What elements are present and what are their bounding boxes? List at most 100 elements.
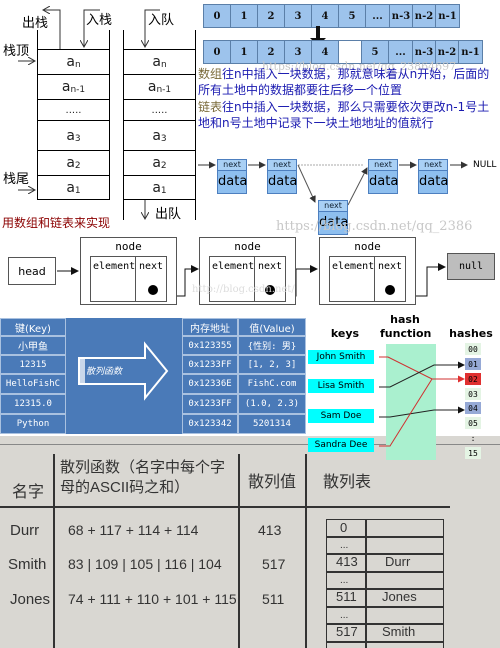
address-cell: 0x1233FF [182, 394, 238, 414]
queue-cell: a3 [124, 120, 195, 150]
queue-column: an a n-1 ..... a3 a2 a1 [123, 30, 196, 220]
row-formula: 68 + 117 + 114 + 114 [68, 522, 199, 538]
array-cell: n-1 [436, 5, 459, 27]
map-john-smith [379, 356, 465, 383]
row-formula: 83 | 109 | 105 | 116 | 104 [68, 556, 222, 572]
queue-cell: ..... [124, 99, 195, 120]
array-cell: 1 [231, 5, 258, 27]
value-cell: {性别: 男} [238, 336, 306, 355]
queue-cell: an [124, 49, 195, 74]
node-box: node element next [80, 237, 177, 305]
scanned-hash-table: 名字 散列函数（名字中每个字 母的ASCII码之和） 散列值 散列表 Durr … [0, 436, 500, 648]
queue-enqueue-label: 入队 [148, 13, 175, 28]
slot-index: 517 [336, 624, 358, 639]
watermark: https://blog.csdn.net/qq_2386 [276, 219, 473, 234]
value-cell: 5201314 [238, 414, 306, 434]
key-header: 键(Key) [0, 318, 66, 336]
pointer-dot [385, 285, 395, 295]
row-hash: 517 [262, 556, 286, 572]
address-header: 内存地址 [182, 318, 238, 336]
stack-cell: a2 [38, 150, 109, 175]
implementation-note: 用数组和链表来实现 [2, 216, 111, 230]
address-cell: 0x12336E [182, 374, 238, 394]
array-cell: n-3 [390, 5, 413, 27]
keys-title: keys [330, 327, 360, 340]
row-name: Durr [10, 522, 40, 539]
row-name: Smith [8, 556, 47, 573]
slot-value: Durr [385, 554, 411, 569]
stack-cell: an [38, 49, 109, 74]
stack-push-label: 入栈 [86, 13, 113, 28]
key-cell: 小甲鱼 [0, 336, 66, 355]
row-hash: 511 [262, 591, 285, 607]
value-cell: FishC.com [238, 374, 306, 394]
array-cell: 3 [285, 5, 312, 27]
value-cell: (1.0, 2.3) [238, 394, 306, 414]
list-node: next data [368, 159, 398, 194]
queue-cell: a n-1 [124, 74, 195, 99]
hash-function-arrow [78, 341, 169, 401]
slot-index: 511 [336, 589, 357, 604]
stack-top-label: 栈顶 [3, 44, 30, 59]
array-cell: n-1 [459, 41, 482, 63]
slot-index: 0 [340, 520, 348, 535]
address-cell: 0x123355 [182, 336, 238, 355]
hash-key: Sandra Dee [308, 438, 374, 452]
map-sandra-dee [379, 378, 433, 447]
hash-function-title-line2: function [380, 327, 432, 340]
node-box: node element next [319, 237, 416, 305]
row-hash: 413 [258, 522, 282, 538]
col-header-formula-line2: 母的ASCII码之和） [60, 479, 190, 496]
array-cell: 0 [204, 5, 231, 27]
col-header-hash: 散列值 [248, 474, 297, 491]
value-header: 值(Value) [238, 318, 306, 336]
key-cell: 12315 [0, 355, 66, 374]
col-header-name: 名字 [12, 484, 45, 501]
null-box: null [447, 253, 495, 280]
slot-index: 413 [336, 554, 358, 569]
list-node: next data [267, 159, 297, 194]
list-node: next data [418, 159, 448, 194]
stack-pop-label: 出栈 [22, 16, 49, 31]
map-sam-doe [379, 406, 465, 418]
hash-function-label: 散列函数 [86, 367, 123, 377]
hash-mapping-lines [379, 356, 465, 447]
array-cell: 0 [204, 41, 231, 63]
stack-cell: ..... [38, 99, 109, 120]
address-cell: 0x123342 [182, 414, 238, 434]
stack-column: an a n-1 ..... a3 a2 a1 [37, 30, 110, 200]
array-cell: 5 [339, 5, 366, 27]
key-cell: Python [0, 414, 66, 434]
array-cell: 1 [231, 41, 258, 63]
queue-cell: a2 [124, 150, 195, 175]
null-label: NULL [473, 160, 497, 170]
array-cell: ... [366, 5, 390, 27]
col-header-table: 散列表 [323, 474, 372, 491]
queue-cell: a1 [124, 175, 195, 200]
slot-index: ... [340, 610, 349, 621]
row-formula: 74 + 111 + 110 + 101 + 115 [68, 591, 237, 607]
stack-cell: a n-1 [38, 74, 109, 99]
hash-key: John Smith [308, 350, 374, 364]
address-cell: 0x1233FF [182, 355, 238, 374]
stack-cell: a3 [38, 120, 109, 150]
col-header-formula-line1: 散列函数（名字中每个字 [60, 459, 226, 476]
slot-value: Smith [382, 624, 416, 639]
array-description: 数组往n中插入一块数据，那就意味着从n开始，后面的所有土地中的数据都要往后移一个… [198, 67, 490, 97]
hash-key: Lisa Smith [308, 379, 374, 393]
list-node: next data [217, 159, 247, 194]
key-cell: HelloFishC [0, 374, 66, 394]
slot-index: ... [340, 575, 349, 586]
array-cell: 2 [258, 5, 285, 27]
list-description: 链表往n中插入一块数据，那么只需要依次更改n-1号土地和n号土地中记录下一块土地… [198, 100, 490, 130]
slot-index: ... [340, 540, 349, 551]
hash-key: Sam Doe [308, 409, 374, 423]
hash-function-title-line1: hash [390, 313, 420, 326]
slot-value: Jones [382, 589, 417, 604]
value-cell: [1, 2, 3] [238, 355, 306, 374]
array-cell: n-2 [413, 5, 436, 27]
key-cell: 12315.0 [0, 394, 66, 414]
stack-bottom-label: 栈尾 [3, 172, 30, 187]
watermark: http://blog.csdn.net/ [192, 284, 295, 295]
array-top-row: 0 1 2 3 4 5 ... n-3 n-2 n-1 [203, 4, 460, 28]
